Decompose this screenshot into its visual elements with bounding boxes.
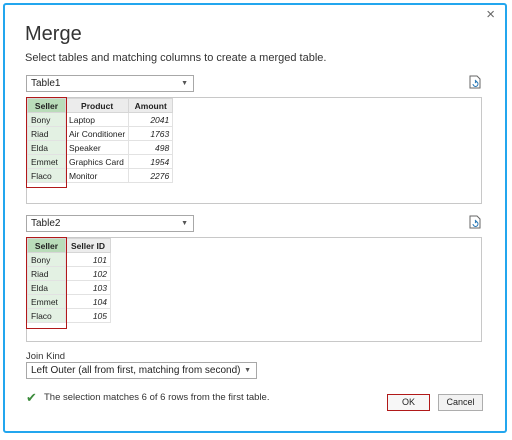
column-header[interactable]: Seller xyxy=(27,238,66,253)
ok-button[interactable]: OK xyxy=(387,394,430,411)
table-cell: Riad xyxy=(27,266,66,281)
table-cell: 498 xyxy=(128,140,174,155)
table-cell: Elda xyxy=(27,140,66,155)
join-kind-value: Left Outer (all from first, matching fro… xyxy=(31,365,241,376)
table-cell: 1954 xyxy=(128,154,174,169)
table-cell: Graphics Card xyxy=(64,154,130,169)
chevron-down-icon: ▼ xyxy=(181,80,188,87)
column-header[interactable]: Seller xyxy=(27,98,66,113)
table-row: Bony 101 xyxy=(27,252,111,267)
column-header[interactable]: Product xyxy=(64,98,130,113)
table-cell: 102 xyxy=(65,266,111,281)
table-cell: 2041 xyxy=(128,112,174,127)
dialog-subtitle: Select tables and matching columns to cr… xyxy=(25,52,327,64)
table2-select[interactable]: Table2 ▼ xyxy=(26,215,194,232)
table-cell: Monitor xyxy=(64,168,130,183)
table-cell: Bony xyxy=(27,252,66,267)
table-cell: Elda xyxy=(27,280,66,295)
table1-select-value: Table1 xyxy=(31,78,61,89)
table-cell: 101 xyxy=(65,252,111,267)
chevron-down-icon: ▼ xyxy=(244,367,251,374)
table-cell: 104 xyxy=(65,294,111,309)
table-cell: Riad xyxy=(27,126,66,141)
table1-select[interactable]: Table1 ▼ xyxy=(26,75,194,92)
table-cell: 1763 xyxy=(128,126,174,141)
table-cell: Air Conditioner xyxy=(64,126,130,141)
table-cell: Laptop xyxy=(64,112,130,127)
table2-grid: Seller Seller ID Bony 101 Riad 102 Elda 103 Emm… xyxy=(27,238,111,323)
close-icon[interactable]: × xyxy=(486,7,495,23)
table-cell: Flaco xyxy=(27,168,66,183)
table-cell: Speaker xyxy=(64,140,130,155)
table-row: Bony Laptop 2041 xyxy=(27,112,174,127)
table2-select-value: Table2 xyxy=(31,218,61,229)
dialog-title: Merge xyxy=(25,23,82,45)
table-cell: 105 xyxy=(65,308,111,323)
table-row: Riad Air Conditioner 1763 xyxy=(27,126,174,141)
table-row: Emmet Graphics Card 1954 xyxy=(27,154,174,169)
column-header[interactable]: Amount xyxy=(128,98,174,113)
cancel-button[interactable]: Cancel xyxy=(438,394,483,411)
table-cell: Emmet xyxy=(27,154,66,169)
table-row: Flaco 105 xyxy=(27,308,111,323)
table-cell: 103 xyxy=(65,280,111,295)
table-row: Elda Speaker 498 xyxy=(27,140,174,155)
refresh-preview-icon[interactable] xyxy=(469,215,481,229)
table-cell: Emmet xyxy=(27,294,66,309)
table-cell: 2276 xyxy=(128,168,174,183)
check-icon: ✔ xyxy=(26,390,37,405)
table-row: Riad 102 xyxy=(27,266,111,281)
table-row: Elda 103 xyxy=(27,280,111,295)
refresh-preview-icon[interactable] xyxy=(469,75,481,89)
match-status-text: The selection matches 6 of 6 rows from t… xyxy=(44,392,270,403)
table-cell: Flaco xyxy=(27,308,66,323)
table-cell: Bony xyxy=(27,112,66,127)
table-row: Flaco Monitor 2276 xyxy=(27,168,174,183)
column-header[interactable]: Seller ID xyxy=(65,238,111,253)
table1-grid: Seller Product Amount Bony Laptop 2041 Riad Ai… xyxy=(27,98,174,183)
join-kind-select[interactable]: Left Outer (all from first, matching fro… xyxy=(26,362,257,379)
join-kind-label: Join Kind xyxy=(26,351,66,362)
chevron-down-icon: ▼ xyxy=(181,220,188,227)
table-row: Emmet 104 xyxy=(27,294,111,309)
